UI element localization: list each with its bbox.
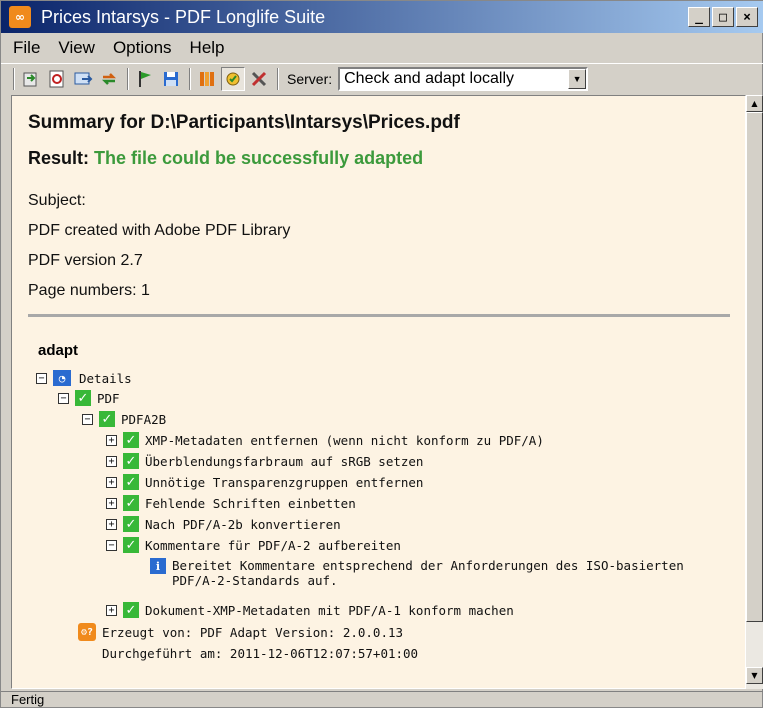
expand-icon[interactable]: +: [106, 455, 117, 467]
status-text: Fertig: [11, 692, 45, 707]
info-line: Bereitet Kommentare entsprechend der Anf…: [172, 558, 684, 573]
result-value: The file could be successfully adapted: [94, 148, 424, 168]
flag-icon[interactable]: [133, 67, 157, 91]
generated-by-row: ⚙? Erzeugt von: PDF Adapt Version: 2.0.0…: [78, 623, 403, 641]
tree-node-label: Details: [79, 370, 132, 386]
scroll-down-icon[interactable]: ▼: [746, 667, 763, 684]
collapse-icon[interactable]: −: [58, 392, 69, 404]
expand-icon[interactable]: +: [106, 518, 117, 530]
check-icon: ✓: [75, 390, 91, 406]
check-icon: ✓: [123, 432, 139, 448]
check-icon: ✓: [123, 602, 139, 618]
server-dropdown[interactable]: Check and adapt locally ▼: [338, 66, 589, 91]
menu-file[interactable]: File: [13, 38, 40, 58]
result-label: Result:: [28, 148, 90, 168]
check-icon: ✓: [123, 516, 139, 532]
gear-question-icon: ⚙?: [78, 623, 96, 641]
collapse-icon[interactable]: −: [82, 413, 93, 425]
close-button[interactable]: ×: [736, 7, 758, 27]
toolbar-separator: [277, 67, 279, 90]
generated-by-text: Erzeugt von: PDF Adapt Version: 2.0.0.13: [102, 624, 404, 640]
title-bar[interactable]: ∞ Prices Intarsys - PDF Longlife Suite _…: [1, 1, 763, 33]
menu-view[interactable]: View: [58, 38, 95, 58]
tree-item[interactable]: + ✓ Fehlende Schriften einbetten: [106, 495, 356, 511]
toolbar-separator: [127, 67, 129, 90]
tree-item[interactable]: + ✓ Unnötige Transparenzgruppen entferne…: [106, 474, 423, 490]
tree-item-label: Nach PDF/A-2b konvertieren: [145, 516, 341, 532]
chevron-down-icon[interactable]: ▼: [568, 68, 587, 89]
menu-bar: File View Options Help: [1, 35, 763, 61]
adapt-icon[interactable]: [221, 66, 245, 91]
result-line: Result: The file could be successfully a…: [28, 148, 423, 169]
server-label: Server:: [287, 70, 333, 87]
creator-line: PDF created with Adobe PDF Library: [28, 222, 291, 239]
executed-at-text: Durchgeführt am: 2011-12-06T12:07:57+01:…: [102, 646, 419, 661]
server-dropdown-value: Check and adapt locally: [344, 69, 515, 87]
check-icon: ✓: [99, 411, 115, 427]
menu-help[interactable]: Help: [190, 38, 225, 58]
version-line: PDF version 2.7: [28, 252, 143, 269]
save-icon[interactable]: [159, 67, 183, 91]
tree-node-pdf[interactable]: − ✓ PDF: [58, 390, 120, 406]
tree-item[interactable]: − ✓ Kommentare für PDF/A-2 aufbereiten: [106, 537, 401, 553]
minimize-button[interactable]: _: [688, 7, 710, 27]
collapse-icon[interactable]: −: [36, 372, 47, 384]
details-icon: ◔: [53, 370, 71, 386]
expand-icon[interactable]: +: [106, 476, 117, 488]
tree-item-label: Unnötige Transparenzgruppen entfernen: [145, 474, 424, 490]
tree-item-label: Fehlende Schriften einbetten: [145, 495, 356, 511]
export-icon[interactable]: [71, 67, 95, 91]
expand-icon[interactable]: +: [106, 604, 117, 616]
check-icon: ✓: [123, 474, 139, 490]
tree-node-label: PDF: [97, 390, 120, 406]
tree-item-label: Überblendungsfarbraum auf sRGB setzen: [145, 453, 424, 469]
executed-at-row: Durchgeführt am: 2011-12-06T12:07:57+01:…: [102, 646, 418, 661]
summary-title: Summary for D:\Participants\Intarsys\Pri…: [28, 112, 460, 133]
check-icon: ✓: [123, 537, 139, 553]
info-description: Bereitet Kommentare entsprechend der Anf…: [172, 558, 684, 588]
tree-node-details[interactable]: − ◔ Details: [36, 370, 132, 386]
tree-node-pdfa2b[interactable]: − ✓ PDFA2B: [82, 411, 166, 427]
tree-item[interactable]: + ✓ Nach PDF/A-2b konvertieren: [106, 516, 341, 532]
info-line: PDF/A-2-Standards auf.: [172, 573, 338, 588]
tree-item-label: Dokument-XMP-Metadaten mit PDF/A-1 konfo…: [145, 602, 514, 618]
collapse-icon[interactable]: −: [106, 539, 117, 551]
expand-icon[interactable]: +: [106, 497, 117, 509]
app-logo-icon: ∞: [9, 6, 31, 28]
status-bar: Fertig: [1, 691, 763, 708]
window-title: Prices Intarsys - PDF Longlife Suite: [41, 6, 326, 27]
expand-icon[interactable]: +: [106, 434, 117, 446]
tree-item[interactable]: + ✓ Dokument-XMP-Metadaten mit PDF/A-1 k…: [106, 602, 514, 618]
toolbar: Server: Check and adapt locally ▼: [1, 63, 763, 93]
toolbar-separator: [189, 67, 191, 90]
info-icon: i: [150, 558, 166, 574]
divider: [28, 314, 730, 317]
pages-line: Page numbers: 1: [28, 282, 150, 299]
library-icon[interactable]: [195, 67, 219, 91]
tree-item-label: Kommentare für PDF/A-2 aufbereiten: [145, 537, 401, 553]
scrollbar-thumb[interactable]: [746, 112, 763, 622]
tree-item-label: XMP-Metadaten entfernen (wenn nicht konf…: [145, 432, 544, 448]
section-title: adapt: [38, 342, 79, 359]
tree-item[interactable]: + ✓ XMP-Metadaten entfernen (wenn nicht …: [106, 432, 544, 448]
window-controls: _ □ ×: [688, 7, 758, 27]
refresh-icon[interactable]: [97, 67, 121, 91]
subject-line: Subject:: [28, 192, 86, 209]
report-panel: Summary for D:\Participants\Intarsys\Pri…: [11, 95, 746, 689]
tools-icon[interactable]: [247, 67, 271, 91]
check-icon: ✓: [123, 495, 139, 511]
app-window: ∞ Prices Intarsys - PDF Longlife Suite _…: [0, 0, 763, 708]
tree-item[interactable]: + ✓ Überblendungsfarbraum auf sRGB setze…: [106, 453, 423, 469]
tree-info: i: [150, 558, 172, 574]
menu-options[interactable]: Options: [113, 38, 172, 58]
pdf-icon[interactable]: [45, 67, 69, 91]
tree-node-label: PDFA2B: [121, 411, 167, 427]
toolbar-grip: [13, 67, 15, 90]
check-icon: ✓: [123, 453, 139, 469]
vertical-scrollbar[interactable]: ▲ ▼: [746, 95, 763, 689]
maximize-button[interactable]: □: [712, 7, 734, 27]
scroll-up-icon[interactable]: ▲: [746, 95, 763, 112]
open-icon[interactable]: [19, 67, 43, 91]
